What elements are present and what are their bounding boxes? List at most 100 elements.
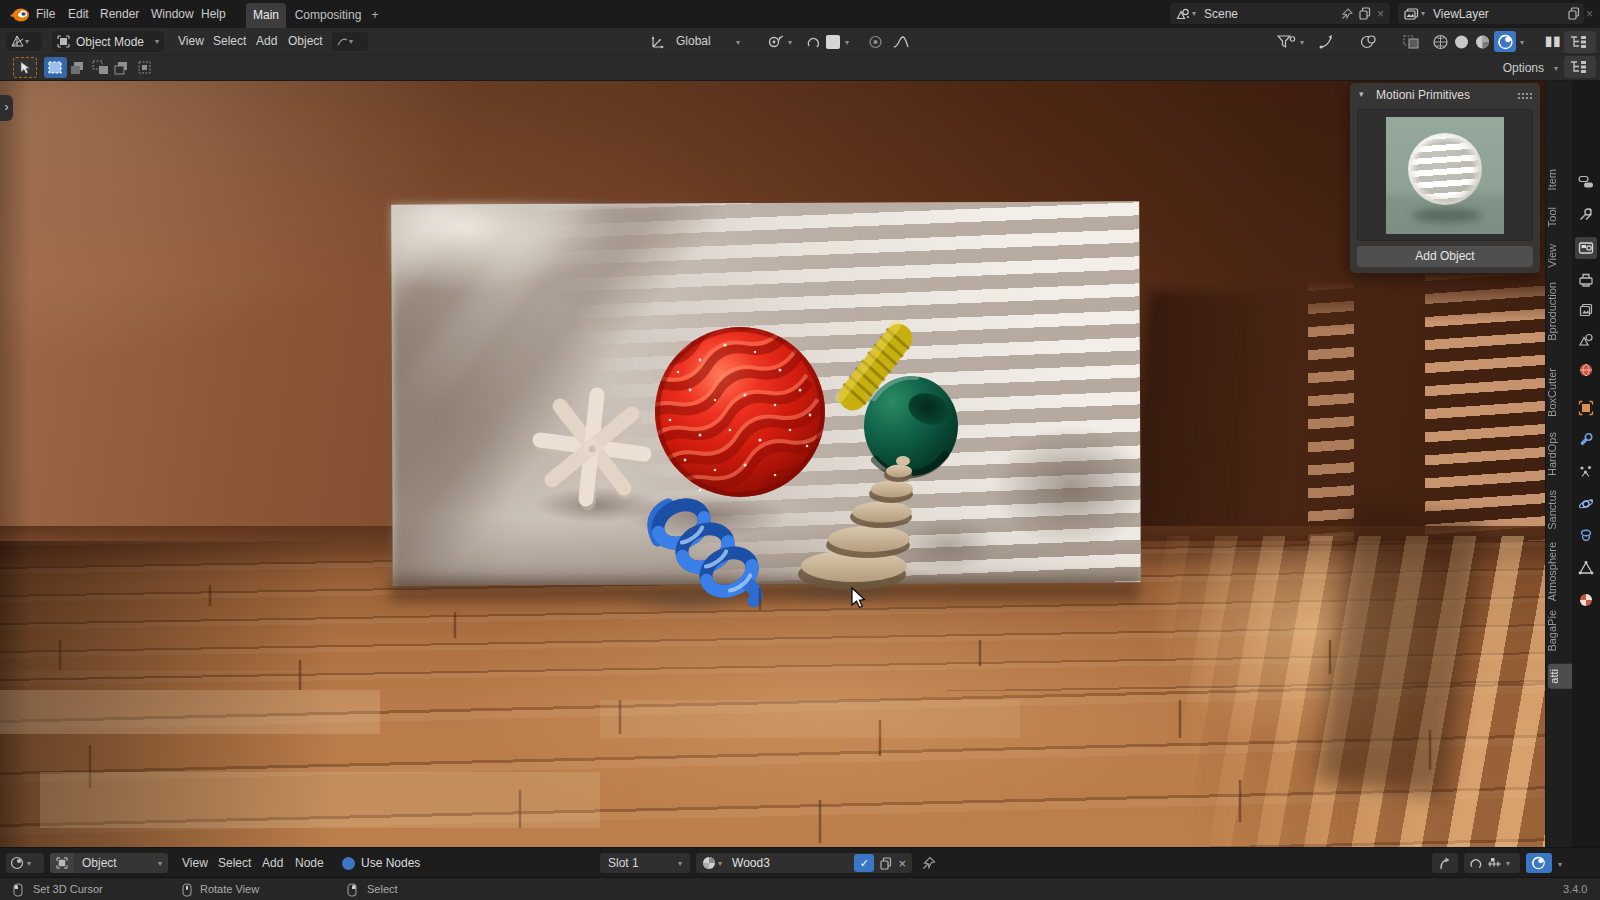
sidebar-tab-strip: Item Tool View Bproduction BoxCutter Har…: [1545, 81, 1572, 847]
output-properties-icon[interactable]: [1575, 269, 1597, 291]
sidebar-tab-tool[interactable]: Tool: [1546, 207, 1573, 227]
world-properties-icon[interactable]: [1575, 359, 1597, 381]
orientation-icon: [650, 35, 666, 49]
overlays-icon[interactable]: [1360, 34, 1378, 50]
proportional-edit-icon[interactable]: [806, 35, 821, 49]
visibility-filter-icon[interactable]: [1277, 35, 1297, 49]
snap-icon[interactable]: [768, 35, 785, 49]
snapping-group[interactable]: ▾: [1464, 853, 1520, 873]
sidebar-tab-sanctus[interactable]: Sanctus: [1546, 490, 1573, 530]
shader-editor-header: ▾ Object ▾ View Select Add Node Use Node…: [0, 847, 1600, 877]
tweak-tool-button[interactable]: [13, 57, 37, 78]
menu-select[interactable]: Select: [213, 28, 246, 55]
proportional-connected-icon[interactable]: [868, 35, 883, 49]
material-properties-icon[interactable]: [1575, 589, 1597, 611]
shader-menu-select[interactable]: Select: [218, 848, 251, 878]
select-invert-icon[interactable]: [114, 60, 132, 76]
sidebar-tab-view[interactable]: View: [1546, 244, 1573, 268]
editor-type-button-shader[interactable]: ▾: [6, 853, 44, 873]
scene-close-icon[interactable]: ×: [1377, 7, 1384, 21]
menu-view[interactable]: View: [178, 28, 204, 55]
mode-dropdown[interactable]: Object Mode ▾: [52, 31, 164, 52]
menu-file[interactable]: File: [36, 0, 55, 28]
select-subtract-icon[interactable]: [92, 60, 110, 76]
panel-grip-icon[interactable]: [1517, 92, 1532, 99]
toolbar-expand-tab[interactable]: ›: [0, 95, 13, 121]
unlink-material-icon[interactable]: ×: [898, 856, 906, 871]
sidebar-tab-boxcutter[interactable]: BoxCutter: [1546, 368, 1573, 417]
constraints-properties-icon[interactable]: [1575, 525, 1597, 547]
modifier-properties-icon[interactable]: [1575, 429, 1597, 451]
render-properties-icon[interactable]: [1575, 237, 1597, 259]
sidebar-tab-bagapie[interactable]: BagaPie: [1546, 610, 1573, 652]
shading-solid-icon[interactable]: [1453, 34, 1470, 50]
editor-type-button[interactable]: ▾: [6, 32, 42, 51]
green-torus-object[interactable]: [864, 376, 958, 476]
shading-rendered-button[interactable]: [1494, 31, 1516, 52]
viewlayer-properties-icon[interactable]: [1575, 299, 1597, 321]
menu-add[interactable]: Add: [256, 28, 277, 55]
tab-compositing[interactable]: Compositing: [292, 3, 364, 28]
select-box-tool-button[interactable]: [44, 57, 67, 78]
transform-pivot-button[interactable]: ▾: [332, 32, 368, 51]
pin-icon-shader[interactable]: [922, 856, 936, 870]
shading-wireframe-icon[interactable]: [1432, 34, 1449, 50]
use-nodes-label[interactable]: Use Nodes: [361, 848, 420, 878]
object-properties-icon[interactable]: [1575, 397, 1597, 419]
blender-logo[interactable]: [9, 5, 31, 23]
gizmo-icon[interactable]: [1318, 34, 1336, 50]
shading-material-icon[interactable]: [1474, 34, 1491, 50]
shader-type-dropdown[interactable]: Object ▾: [50, 853, 168, 873]
copy-material-icon[interactable]: [880, 857, 892, 870]
shader-menu-add[interactable]: Add: [262, 848, 283, 878]
menu-window[interactable]: Window: [151, 0, 194, 28]
fake-user-toggle[interactable]: ✓: [854, 854, 874, 872]
material-preview-toggle[interactable]: [1526, 853, 1552, 873]
falloff-curve-icon[interactable]: [892, 35, 909, 49]
shader-menu-node[interactable]: Node: [295, 848, 324, 878]
outliner-toggle-button-2[interactable]: [1564, 56, 1596, 78]
sidebar-tab-atti[interactable]: atti: [1548, 664, 1573, 689]
back-button[interactable]: [1432, 853, 1458, 873]
options-label[interactable]: Options: [1503, 55, 1544, 81]
sidebar-tab-atmosphere[interactable]: Atmosphere: [1546, 542, 1573, 601]
orientation-label[interactable]: Global: [676, 28, 711, 55]
copy-icon[interactable]: [1359, 7, 1371, 20]
add-workspace-button[interactable]: +: [366, 3, 384, 28]
pin-icon[interactable]: [1341, 8, 1353, 20]
xray-icon[interactable]: [1403, 35, 1420, 49]
menu-edit[interactable]: Edit: [68, 0, 89, 28]
viewlayer-selector[interactable]: ▾ ViewLayer: [1398, 3, 1584, 24]
sidebar-tab-hardops[interactable]: HardOps: [1546, 432, 1573, 476]
physics-properties-icon[interactable]: [1575, 493, 1597, 515]
pause-icon[interactable]: ▮▮: [1545, 33, 1561, 48]
outliner-toggle-button-1[interactable]: [1564, 31, 1596, 53]
tan-cone-object[interactable]: [798, 456, 913, 590]
proportional-falloff-button[interactable]: [826, 35, 840, 49]
tool-toggle-icon[interactable]: [1575, 171, 1597, 193]
viewlayer-close-icon[interactable]: ×: [1586, 0, 1593, 28]
viewport-3d[interactable]: › ▾ Motioni Primitives Add Object: [0, 81, 1545, 847]
snap-chevron: ▾: [788, 38, 792, 47]
select-extend-icon[interactable]: [70, 60, 88, 76]
menu-help[interactable]: Help: [201, 0, 226, 28]
data-properties-icon[interactable]: [1575, 557, 1597, 579]
use-nodes-checkbox[interactable]: [342, 857, 355, 870]
menu-object[interactable]: Object: [288, 28, 323, 55]
add-object-button[interactable]: Add Object: [1357, 246, 1533, 267]
particles-properties-icon[interactable]: [1575, 461, 1597, 483]
scene-properties-icon[interactable]: [1575, 329, 1597, 351]
sidebar-tab-item[interactable]: Item: [1546, 169, 1573, 190]
star-object[interactable]: [540, 395, 646, 503]
scene-selector[interactable]: ▾ Scene ×: [1170, 3, 1390, 24]
tab-main[interactable]: Main: [246, 3, 286, 28]
menu-render[interactable]: Render: [100, 0, 139, 28]
tool-properties-icon[interactable]: [1575, 203, 1597, 225]
panel-collapse-chevron[interactable]: ▾: [1359, 89, 1364, 99]
copy-icon[interactable]: [1568, 7, 1580, 20]
sidebar-tab-bproduction[interactable]: Bproduction: [1546, 282, 1573, 341]
select-intersect-icon[interactable]: [136, 60, 154, 76]
slot-dropdown[interactable]: Slot 1 ▾: [600, 853, 690, 873]
material-selector[interactable]: ▾ Wood3 ✓ ×: [696, 853, 912, 873]
shader-menu-view[interactable]: View: [182, 848, 208, 878]
